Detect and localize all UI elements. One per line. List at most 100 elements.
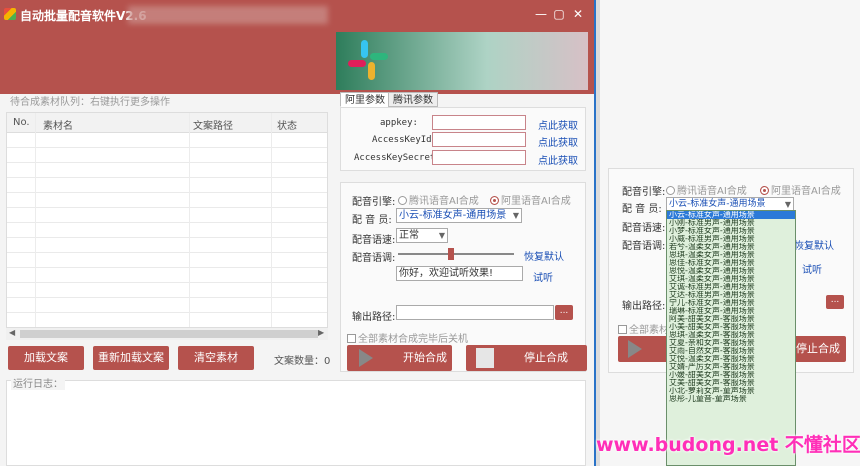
queue-table[interactable]: No. 素材名 文案路径 状态 xyxy=(6,112,328,328)
table-header: No. 素材名 文案路径 状态 xyxy=(7,113,327,133)
engine-aliyun-radio[interactable]: 阿里语音AI合成 xyxy=(490,192,571,207)
start-label: 开始合成 xyxy=(403,351,447,364)
slack-logo-icon xyxy=(348,40,388,80)
zoom-engine-aliyun-radio[interactable]: 阿里语音AI合成 xyxy=(760,182,841,197)
table-row[interactable] xyxy=(7,163,327,178)
run-log[interactable]: 运行日志： xyxy=(6,375,586,466)
speaker-option[interactable]: 小云-标准女声-通用场景 xyxy=(667,211,795,219)
table-row[interactable] xyxy=(7,193,327,208)
reload-script-button[interactable]: 重新加载文案 xyxy=(93,346,169,370)
play-icon xyxy=(359,349,373,367)
tab-tencent[interactable]: 腾讯参数 xyxy=(388,92,438,107)
tab-aliyun[interactable]: 阿里参数 xyxy=(340,92,390,107)
zoom-engine-tencent-radio[interactable]: 腾讯语音AI合成 xyxy=(666,182,747,197)
zoom-shutdown-checkbox[interactable]: 全部素材 xyxy=(618,321,669,336)
accesskeyid-get-link[interactable]: 点此获取 xyxy=(538,134,578,149)
speaker-option[interactable]: 小梦-标准女声-通用场景 xyxy=(667,227,795,235)
table-row[interactable] xyxy=(7,238,327,253)
speed-value: 正常 xyxy=(399,230,419,241)
col-status: 状态 xyxy=(277,121,297,132)
speaker-option[interactable]: 小北-萝莉女声-童声场景 xyxy=(667,387,795,395)
table-row[interactable] xyxy=(7,148,327,163)
speaker-option[interactable]: 思琪-温柔女声-客服场景 xyxy=(667,331,795,339)
ad-image[interactable] xyxy=(336,32,588,90)
horizontal-scrollbar[interactable]: ◀ ▶ xyxy=(6,328,328,340)
speaker-option[interactable]: 思悦-温柔女声-通用场景 xyxy=(667,267,795,275)
speaker-option[interactable]: 艾婧-严厉女声-客服场景 xyxy=(667,363,795,371)
zoom-engine-aliyun-label: 阿里语音AI合成 xyxy=(771,186,841,197)
speaker-option[interactable]: 瑞琳-标准女声-通用场景 xyxy=(667,307,795,315)
appkey-input[interactable] xyxy=(432,115,526,130)
speaker-option[interactable]: 思琪-温柔女声-通用场景 xyxy=(667,251,795,259)
stop-synthesis-button[interactable]: 停止合成 xyxy=(466,345,587,371)
zoom-shutdown-label: 全部素材 xyxy=(629,325,669,336)
speaker-label: 配 音 员: xyxy=(352,215,392,226)
browse-button[interactable]: ... xyxy=(555,305,573,320)
output-path-input[interactable] xyxy=(396,305,554,320)
speaker-option[interactable]: 思佳-标准女声-通用场景 xyxy=(667,259,795,267)
table-row[interactable] xyxy=(7,253,327,268)
tone-slider-knob[interactable] xyxy=(448,248,454,260)
accesskeysecret-input[interactable] xyxy=(432,150,526,165)
zoom-speed-label: 配音语速: xyxy=(622,223,666,234)
speaker-option[interactable]: 小威-标准男声-通用场景 xyxy=(667,235,795,243)
chevron-down-icon: ▼ xyxy=(438,231,445,240)
zoom-stop-label: 停止合成 xyxy=(796,342,840,355)
col-no: No. xyxy=(13,117,30,128)
speaker-option[interactable]: 艾达-标准男声-通用场景 xyxy=(667,291,795,299)
table-row[interactable] xyxy=(7,298,327,313)
table-row[interactable] xyxy=(7,133,327,148)
accesskeysecret-get-link[interactable]: 点此获取 xyxy=(538,152,578,167)
scroll-left-icon[interactable]: ◀ xyxy=(9,328,15,337)
shutdown-checkbox[interactable]: 全部素材合成完毕后关机 xyxy=(347,330,468,345)
engine-tencent-label: 腾讯语音AI合成 xyxy=(409,196,479,207)
engine-aliyun-label: 阿里语音AI合成 xyxy=(501,196,571,207)
accesskeyid-input[interactable] xyxy=(432,132,526,147)
engine-tencent-radio[interactable]: 腾讯语音AI合成 xyxy=(398,192,479,207)
speaker-option[interactable]: 小美-甜美女声-客服场景 xyxy=(667,323,795,331)
speaker-option[interactable]: 艾夏-亲和女声-客服场景 xyxy=(667,339,795,347)
table-row[interactable] xyxy=(7,208,327,223)
table-row[interactable] xyxy=(7,268,327,283)
speaker-option[interactable]: 艾琪-温柔女声-通用场景 xyxy=(667,275,795,283)
reset-default-link[interactable]: 恢复默认 xyxy=(524,248,564,263)
start-synthesis-button[interactable]: 开始合成 xyxy=(347,345,452,371)
speaker-dropdown-list[interactable]: 小云-标准女声-通用场景 小刚-标准男声-通用场景 小梦-标准女声-通用场景 小威-标… xyxy=(666,210,796,466)
zoom-preview-link[interactable]: 试听 xyxy=(802,261,822,276)
scroll-right-icon[interactable]: ▶ xyxy=(318,328,324,337)
minimize-button[interactable]: — xyxy=(533,6,549,22)
close-button[interactable]: ✕ xyxy=(570,6,586,22)
table-row[interactable] xyxy=(7,283,327,298)
maximize-button[interactable]: ▢ xyxy=(551,6,567,22)
load-script-button[interactable]: 加载文案 xyxy=(8,346,84,370)
speaker-option[interactable]: 艾雨-自然女声-客服场景 xyxy=(667,347,795,355)
appkey-get-link[interactable]: 点此获取 xyxy=(538,117,578,132)
tone-slider-track[interactable] xyxy=(398,253,514,255)
scroll-thumb[interactable] xyxy=(20,330,318,338)
speaker-option[interactable]: 若兮-温柔女声-通用场景 xyxy=(667,243,795,251)
preview-link[interactable]: 试听 xyxy=(533,269,553,284)
speaker-option[interactable]: 小媛-甜美女声-客服场景 xyxy=(667,371,795,379)
zoom-browse-button[interactable]: ... xyxy=(826,295,844,309)
clear-material-button[interactable]: 清空素材 xyxy=(178,346,254,370)
speaker-option[interactable]: 小刚-标准男声-通用场景 xyxy=(667,219,795,227)
table-row[interactable] xyxy=(7,223,327,238)
speaker-option[interactable]: 宁儿-标准女声-通用场景 xyxy=(667,299,795,307)
zoom-reset-link[interactable]: 恢复默认 xyxy=(794,237,834,252)
speaker-option[interactable]: 阿美-甜美女声-客服场景 xyxy=(667,315,795,323)
speaker-select[interactable]: 小云-标准女声-通用场景 ▼ xyxy=(396,208,522,223)
banner xyxy=(0,30,594,94)
speaker-option[interactable]: 思彤-儿童音-童声场景 xyxy=(667,395,795,403)
speaker-option[interactable]: 艾美-甜美女声-客服场景 xyxy=(667,379,795,387)
accesskeysecret-label: AccessKeySecret: xyxy=(354,153,441,163)
speed-select[interactable]: 正常 ▼ xyxy=(396,228,448,243)
zoom-stop-button[interactable]: 停止合成 xyxy=(790,336,846,362)
col-path: 文案路径 xyxy=(193,121,233,132)
col-name: 素材名 xyxy=(43,121,73,132)
zoom-start-button[interactable] xyxy=(618,336,668,362)
table-row[interactable] xyxy=(7,178,327,193)
sample-text-input[interactable]: 你好，欢迎试听效果! xyxy=(396,266,523,281)
title-bar[interactable]: 自动批量配音软件V2.6 — ▢ ✕ xyxy=(0,0,594,30)
speaker-option[interactable]: 艾悦-温柔女声-客服场景 xyxy=(667,355,795,363)
speaker-option[interactable]: 艾诚-标准男声-通用场景 xyxy=(667,283,795,291)
